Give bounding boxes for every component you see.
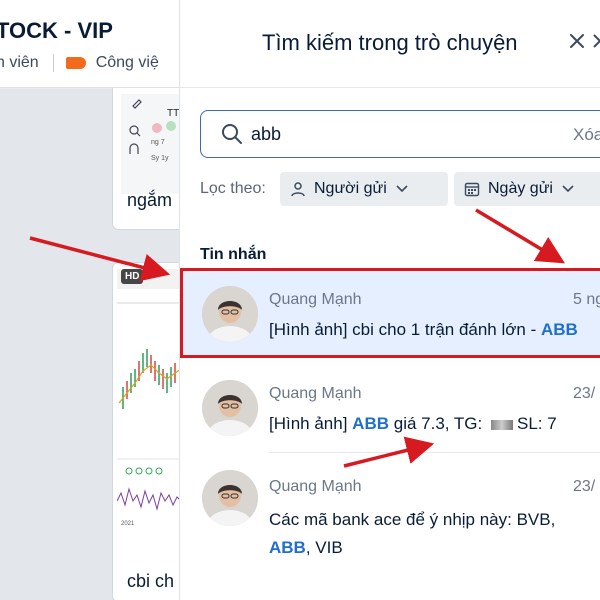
filter-row: Lọc theo: Người gửi Ngày gửi <box>200 172 600 206</box>
toolbar-thumbnail-graphic: TT ng 7 Sy 1y <box>129 99 179 162</box>
chat-subtitle: h viên Công việ <box>0 54 159 72</box>
avatar <box>202 470 258 526</box>
members-label[interactable]: h viên <box>0 54 39 72</box>
search-highlight: ABB <box>352 414 390 433</box>
snippet-text: [Hình ảnh] cbi cho 1 trận đánh lớn - <box>269 320 541 339</box>
snippet-text: [Hình ảnh] <box>269 414 353 433</box>
person-icon <box>291 182 305 197</box>
messages-section-title: Tin nhắn <box>200 246 267 263</box>
filter-label: Lọc theo: <box>200 180 266 197</box>
chat-header: TOCK - VIP h viên Công việ <box>0 0 180 88</box>
image-thumbnail[interactable]: TT ng 7 Sy 1y <box>121 94 183 194</box>
message-time: 23/ <box>573 478 596 495</box>
subtitle-divider <box>52 54 54 72</box>
message-snippet: [Hình ảnh] cbi cho 1 trận đánh lớn - ABB <box>269 320 578 340</box>
message-snippet: Các mã bank ace để ý nhịp này: BVB, ABB,… <box>269 506 599 562</box>
stock-chart-thumbnail[interactable]: 2021 <box>116 269 182 527</box>
image-message-card[interactable]: 2021 HD cbi ch <box>112 262 184 600</box>
clear-search-button[interactable]: Xóa <box>573 125 600 145</box>
search-result-item[interactable]: Quang Mạnh 23/ [Hình ảnh] ABB giá 7.3, T… <box>180 362 600 452</box>
date-filter-dropdown[interactable]: Ngày gửi <box>454 172 600 206</box>
chat-title[interactable]: TOCK - VIP <box>0 18 113 44</box>
svg-text:2021: 2021 <box>121 521 135 527</box>
snippet-text: SL: 7 <box>516 414 557 433</box>
image-message-card[interactable]: TT ng 7 Sy 1y ngắm <box>112 88 184 230</box>
search-input[interactable] <box>251 120 531 148</box>
stock-chart-graphic: 2021 <box>116 269 182 527</box>
calendar-icon <box>464 182 480 197</box>
hd-badge: HD <box>121 269 144 284</box>
avatar <box>202 286 258 342</box>
search-icon <box>222 124 242 144</box>
card-caption: cbi ch <box>127 571 175 591</box>
search-result-item[interactable]: Quang Mạnh 5 ng [Hình ảnh] cbi cho 1 trậ… <box>180 268 600 358</box>
search-highlight: ABB <box>269 538 306 557</box>
avatar <box>202 380 258 436</box>
date-filter-label: Ngày gửi <box>488 180 553 197</box>
snippet-text: , VIB <box>305 538 343 557</box>
message-time: 5 ng <box>573 291 600 308</box>
svg-text:TT: TT <box>167 108 179 119</box>
chevron-down-icon <box>396 185 408 193</box>
redacted-blur <box>490 419 513 430</box>
tag-icon <box>65 57 86 69</box>
snippet-text: giá 7.3, TG: <box>389 414 487 433</box>
message-snippet: [Hình ảnh] ABB giá 7.3, TG: SL: 7 <box>269 414 557 434</box>
sender-filter-dropdown[interactable]: Người gửi <box>280 172 448 206</box>
search-panel: Tìm kiếm trong trò chuyện Xóa Lọc theo: … <box>179 0 600 600</box>
sender-filter-label: Người gửi <box>314 180 387 197</box>
sender-name: Quang Mạnh <box>269 385 362 402</box>
card-caption: ngắm <box>127 190 173 210</box>
panel-header: Tìm kiếm trong trò chuyện <box>180 0 600 88</box>
panel-title: Tìm kiếm trong trò chuyện <box>262 30 518 55</box>
svg-text:Sy 1y: Sy 1y <box>151 155 169 162</box>
chevron-right-icon[interactable] <box>592 30 600 57</box>
search-highlight: ABB <box>540 320 578 339</box>
close-icon[interactable] <box>566 30 588 54</box>
snippet-text: Các mã bank ace để ý nhịp này: BVB, <box>269 510 556 529</box>
search-result-item[interactable]: Quang Mạnh 23/ Các mã bank ace để ý nhịp… <box>180 456 600 566</box>
message-time: 23/ <box>573 385 596 402</box>
sender-name: Quang Mạnh <box>269 478 362 495</box>
svg-text:ng 7: ng 7 <box>151 139 165 146</box>
chevron-down-icon <box>562 185 574 193</box>
search-box: Xóa <box>200 110 600 158</box>
tag-label[interactable]: Công việ <box>96 54 159 72</box>
result-divider <box>269 452 600 453</box>
sender-name: Quang Mạnh <box>269 291 362 308</box>
